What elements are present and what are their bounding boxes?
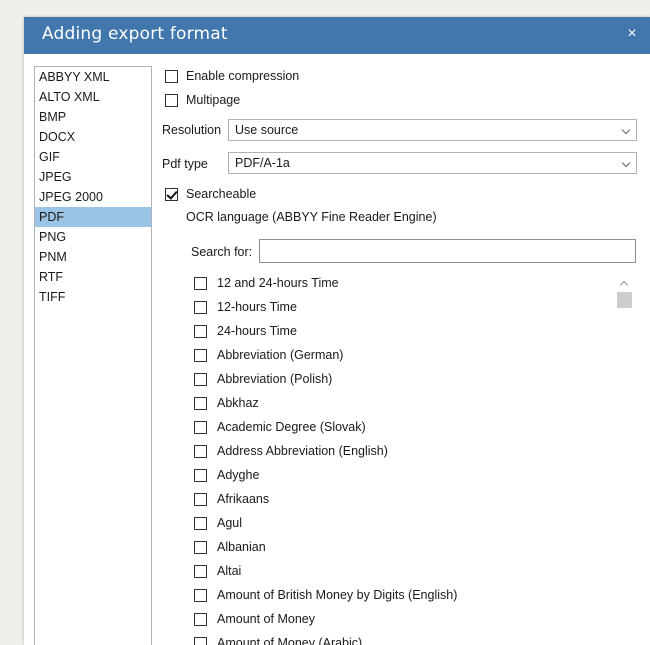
language-checkbox[interactable] — [194, 421, 207, 434]
searcheable-label: Searcheable — [186, 187, 257, 201]
multipage-label: Multipage — [186, 93, 241, 107]
language-name: Academic Degree (Slovak) — [217, 420, 366, 434]
language-name: Albanian — [217, 540, 266, 554]
language-checkbox[interactable] — [194, 637, 207, 645]
language-checkbox[interactable] — [194, 613, 207, 626]
language-scrollbar[interactable] — [616, 273, 632, 645]
resolution-label: Resolution — [162, 123, 222, 137]
language-name: Address Abbreviation (English) — [217, 444, 388, 458]
pdf-type-value: PDF/A-1a — [235, 156, 290, 170]
format-item-pdf[interactable]: PDF — [35, 207, 151, 227]
language-name: Afrikaans — [217, 492, 270, 506]
language-item[interactable]: Adyghe — [194, 465, 594, 485]
scroll-thumb[interactable] — [617, 292, 632, 308]
search-input[interactable] — [259, 239, 636, 263]
language-item[interactable]: Afrikaans — [194, 489, 594, 509]
language-item[interactable]: Amount of Money — [194, 609, 594, 629]
language-item[interactable]: 24-hours Time — [194, 321, 594, 341]
dialog-title: Adding export format — [42, 24, 228, 44]
resolution-select[interactable]: Use source — [228, 119, 637, 141]
language-item[interactable]: 12-hours Time — [194, 297, 594, 317]
pdf-type-label: Pdf type — [162, 157, 208, 171]
language-item[interactable]: Address Abbreviation (English) — [194, 441, 594, 461]
language-item[interactable]: Academic Degree (Slovak) — [194, 417, 594, 437]
language-item[interactable]: Amount of British Money by Digits (Engli… — [194, 585, 594, 605]
format-item-gif[interactable]: GIF — [35, 147, 151, 167]
scroll-up-arrow-icon[interactable] — [619, 280, 629, 290]
language-checkbox[interactable] — [194, 541, 207, 554]
close-icon[interactable]: × — [622, 23, 642, 45]
language-item[interactable]: Abbreviation (Polish) — [194, 369, 594, 389]
searcheable-checkbox[interactable] — [165, 188, 178, 201]
format-list[interactable]: ABBYY XML ALTO XML BMP DOCX GIF JPEG JPEG 2000… — [34, 66, 152, 645]
language-name: 12-hours Time — [217, 300, 297, 314]
language-item[interactable]: 12 and 24-hours Time — [194, 273, 594, 293]
language-name: Amount of Money (Arabic) — [217, 636, 363, 645]
language-checkbox[interactable] — [194, 373, 207, 386]
format-item-png[interactable]: PNG — [35, 227, 151, 247]
language-list: 12 and 24-hours Time 12-hours Time 24-hour… — [194, 273, 614, 645]
language-name: Agul — [217, 516, 243, 530]
language-item[interactable]: Agul — [194, 513, 594, 533]
language-checkbox[interactable] — [194, 445, 207, 458]
language-name: Amount of Money — [217, 612, 315, 626]
adding-export-format-dialog: Adding export format × ABBYY XML ALTO XML… — [24, 17, 650, 645]
format-item-jpeg[interactable]: JPEG — [35, 167, 151, 187]
language-name: Altai — [217, 564, 242, 578]
enable-compression-label: Enable compression — [186, 69, 300, 83]
language-checkbox[interactable] — [194, 325, 207, 338]
format-item-jpeg-2000[interactable]: JPEG 2000 — [35, 187, 151, 207]
language-item[interactable]: Abkhaz — [194, 393, 594, 413]
chevron-down-icon — [621, 158, 631, 168]
language-item[interactable]: Abbreviation (German) — [194, 345, 594, 365]
language-checkbox[interactable] — [194, 493, 207, 506]
language-item[interactable]: Albanian — [194, 537, 594, 557]
format-item-tiff[interactable]: TIFF — [35, 287, 151, 307]
language-name: Abbreviation (Polish) — [217, 372, 333, 386]
format-item-abbyy-xml[interactable]: ABBYY XML — [35, 67, 151, 87]
multipage-checkbox[interactable] — [165, 94, 178, 107]
language-checkbox[interactable] — [194, 589, 207, 602]
format-item-bmp[interactable]: BMP — [35, 107, 151, 127]
language-name: 12 and 24-hours Time — [217, 276, 339, 290]
language-item[interactable]: Altai — [194, 561, 594, 581]
language-name: Adyghe — [217, 468, 260, 482]
language-item[interactable]: Amount of Money (Arabic) — [194, 633, 594, 645]
format-item-docx[interactable]: DOCX — [35, 127, 151, 147]
ocr-language-heading: OCR language (ABBYY Fine Reader Engine) — [186, 210, 437, 224]
search-label: Search for: — [191, 245, 253, 259]
chevron-down-icon — [621, 125, 631, 135]
language-checkbox[interactable] — [194, 277, 207, 290]
language-checkbox[interactable] — [194, 349, 207, 362]
language-name: Abkhaz — [217, 396, 259, 410]
pdf-type-select[interactable]: PDF/A-1a — [228, 152, 637, 174]
title-bar: Adding export format × — [24, 17, 650, 54]
format-item-rtf[interactable]: RTF — [35, 267, 151, 287]
language-name: Abbreviation (German) — [217, 348, 344, 362]
language-checkbox[interactable] — [194, 397, 207, 410]
language-checkbox[interactable] — [194, 517, 207, 530]
enable-compression-checkbox[interactable] — [165, 70, 178, 83]
resolution-value: Use source — [235, 123, 299, 137]
language-checkbox[interactable] — [194, 565, 207, 578]
format-item-pnm[interactable]: PNM — [35, 247, 151, 267]
language-name: Amount of British Money by Digits (Engli… — [217, 588, 458, 602]
language-checkbox[interactable] — [194, 469, 207, 482]
language-name: 24-hours Time — [217, 324, 297, 338]
format-item-alto-xml[interactable]: ALTO XML — [35, 87, 151, 107]
language-checkbox[interactable] — [194, 301, 207, 314]
